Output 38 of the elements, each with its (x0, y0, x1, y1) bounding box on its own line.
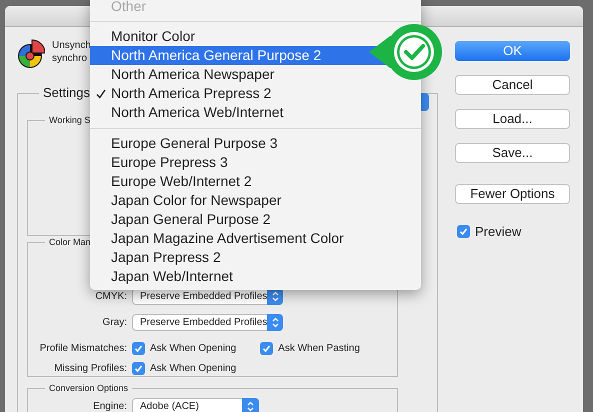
menu-item[interactable]: Japan Web/Internet (90, 267, 421, 286)
checkbox-label: Ask When Pasting (278, 342, 360, 356)
field-label: Engine: (92, 400, 128, 412)
group-title: Color Man (48, 236, 92, 248)
color-wheel-icon (17, 37, 45, 70)
dialog-button[interactable]: Save... (455, 143, 570, 163)
checkbox[interactable] (457, 225, 470, 238)
select-field[interactable]: Preserve Embedded Profiles (132, 314, 283, 331)
menu-item[interactable]: Japan Magazine Advertisement Color (90, 229, 421, 248)
menu-item[interactable]: Japan General Purpose 2 (90, 210, 421, 229)
group-title: Conversion Options (48, 382, 130, 394)
checkbox-label: Preview (475, 223, 522, 241)
stepper-icon (267, 314, 283, 331)
checkbox[interactable] (260, 342, 274, 355)
field-label: Profile Mismatches: (38, 342, 128, 356)
stepper-icon (242, 398, 259, 412)
menu-item[interactable]: Europe Prepress 3 (90, 153, 421, 172)
menu-item[interactable]: Europe General Purpose 3 (90, 134, 421, 153)
checkbox-label: Ask When Opening (150, 362, 236, 376)
group-title: Settings (42, 84, 91, 102)
field-label: Missing Profiles: (53, 362, 128, 376)
field-label: Gray: (102, 316, 128, 330)
checkbox[interactable] (132, 342, 145, 355)
menu-item[interactable]: North America Web/Internet (90, 103, 421, 122)
select-field[interactable]: Adobe (ACE) (132, 398, 259, 412)
group-title: Working S (48, 114, 92, 126)
header-text: Unsynch (52, 39, 91, 52)
checkbox[interactable] (132, 362, 145, 375)
header-text: synchro (52, 52, 88, 65)
field-label: CMYK: (94, 290, 128, 304)
dialog-button[interactable]: Cancel (455, 75, 570, 95)
menu-item[interactable]: Japan Color for Newspaper (90, 191, 421, 210)
menu-item[interactable]: Europe Web/Internet 2 (90, 172, 421, 191)
dialog-button[interactable]: Fewer Options (455, 184, 570, 204)
checkbox-label: Ask When Opening (150, 342, 236, 356)
dialog-button[interactable]: Load... (455, 109, 570, 129)
menu-item[interactable]: North America Prepress 2 (90, 84, 421, 103)
menu-item[interactable]: Japan Prepress 2 (90, 248, 421, 267)
